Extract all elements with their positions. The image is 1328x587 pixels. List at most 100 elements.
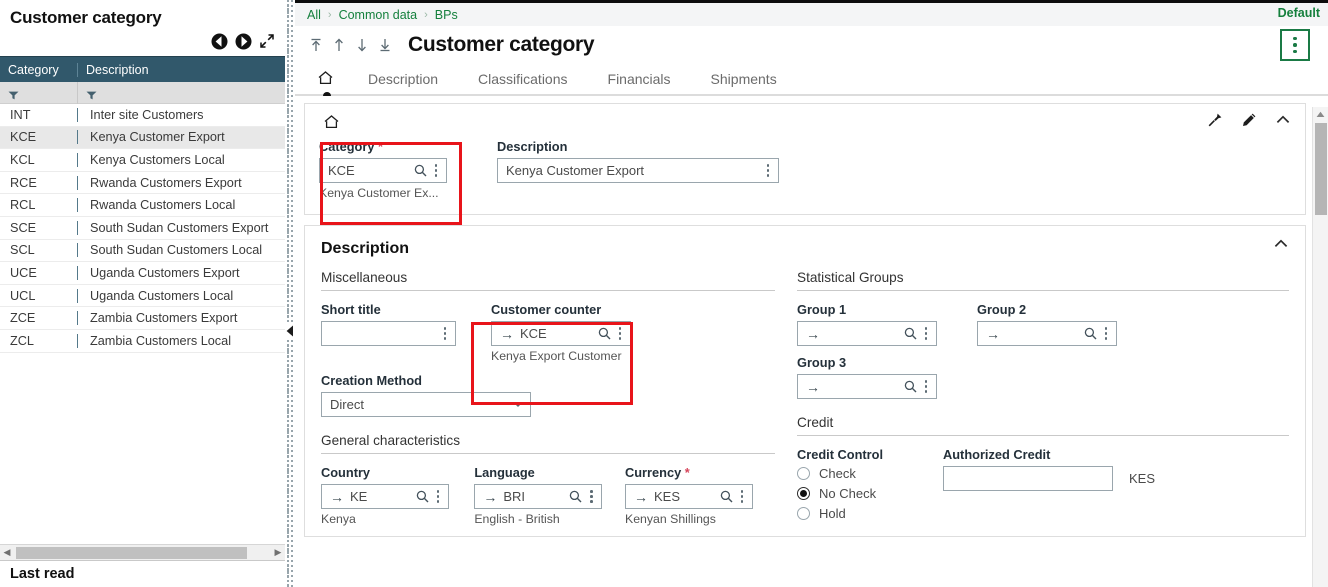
arrow-right-icon[interactable]: → <box>806 380 822 394</box>
kebab-menu-icon[interactable] <box>737 489 747 503</box>
left-panel-toolbar <box>0 28 285 56</box>
scroll-up-arrow-icon[interactable] <box>1313 107 1328 121</box>
search-icon[interactable] <box>720 490 733 503</box>
language-input[interactable]: → BRI <box>474 484 603 509</box>
nav-first-icon[interactable] <box>309 37 323 53</box>
tab-classifications[interactable]: Classifications <box>458 63 587 95</box>
kebab-menu-icon[interactable] <box>921 326 931 340</box>
panel-resize-divider[interactable] <box>285 0 295 587</box>
table-row[interactable]: RCE Rwanda Customers Export <box>0 172 285 195</box>
filter-cell-category[interactable] <box>0 88 77 100</box>
radio-button[interactable] <box>797 487 810 500</box>
arrow-right-icon[interactable]: → <box>330 490 346 504</box>
category-input[interactable]: KCE <box>319 158 447 183</box>
scroll-left-arrow-icon[interactable]: ◀ <box>0 548 14 557</box>
circle-right-icon[interactable] <box>235 33 252 50</box>
collapse-panel-left-icon[interactable] <box>285 322 295 340</box>
group-3-input[interactable]: → <box>797 374 937 399</box>
authorized-credit-input[interactable] <box>943 466 1113 491</box>
country-input[interactable]: → KE <box>321 484 449 509</box>
nav-prev-icon[interactable] <box>332 37 346 53</box>
circle-left-icon[interactable] <box>211 33 228 50</box>
radio-label: Hold <box>819 506 846 521</box>
column-header-description[interactable]: Description <box>77 62 285 77</box>
search-icon[interactable] <box>414 164 427 177</box>
arrow-right-icon[interactable]: → <box>483 490 499 504</box>
page-title: Customer category <box>408 33 595 56</box>
hscroll-thumb[interactable] <box>16 546 248 559</box>
chevron-up-icon[interactable] <box>1273 238 1289 253</box>
default-view-label[interactable]: Default <box>1278 6 1320 20</box>
kebab-menu-icon[interactable] <box>615 326 625 340</box>
radio-option-check[interactable]: Check <box>797 466 943 481</box>
kebab-menu-icon[interactable] <box>763 163 773 177</box>
short-title-input[interactable] <box>321 321 456 346</box>
table-row[interactable]: SCL South Sudan Customers Local <box>0 240 285 263</box>
pin-icon[interactable] <box>1207 112 1223 131</box>
table-row[interactable]: INT Inter site Customers <box>0 104 285 127</box>
arrow-right-icon[interactable]: → <box>986 327 1002 341</box>
hscroll-track[interactable] <box>14 546 271 559</box>
expand-diagonal-icon[interactable] <box>259 33 275 49</box>
horizontal-scrollbar[interactable]: ◀ ▶ <box>0 544 285 560</box>
search-icon[interactable] <box>598 327 611 340</box>
breadcrumb-item-common-data[interactable]: Common data <box>339 8 418 22</box>
nav-next-icon[interactable] <box>355 37 369 53</box>
field-label-country: Country <box>321 465 371 480</box>
breadcrumb-item-all[interactable]: All <box>307 8 321 22</box>
customer-counter-input[interactable]: → KCE <box>491 321 631 346</box>
search-icon[interactable] <box>904 380 917 393</box>
credit-control-radios: Check No Check Hold <box>797 466 943 521</box>
table-row[interactable]: KCE Kenya Customer Export <box>0 126 285 150</box>
arrow-right-icon[interactable]: → <box>634 490 650 504</box>
creation-method-select[interactable]: Direct <box>321 392 531 417</box>
table-row[interactable]: SCE South Sudan Customers Export <box>0 217 285 240</box>
kebab-menu-icon[interactable] <box>1101 326 1111 340</box>
tab-financials[interactable]: Financials <box>588 63 691 95</box>
arrow-right-icon[interactable]: → <box>500 327 516 341</box>
kebab-menu-icon[interactable] <box>586 489 596 503</box>
table-row[interactable]: UCE Uganda Customers Export <box>0 262 285 285</box>
group-1-input[interactable]: → <box>797 321 937 346</box>
kebab-menu-icon[interactable] <box>433 489 443 503</box>
search-icon[interactable] <box>1084 327 1097 340</box>
radio-option-hold[interactable]: Hold <box>797 506 943 521</box>
column-header-category[interactable]: Category <box>0 63 77 77</box>
table-row[interactable]: UCL Uganda Customers Local <box>0 285 285 308</box>
breadcrumb-item-bps[interactable]: BPs <box>435 8 458 22</box>
field-creation-method: Creation Method Direct <box>321 373 775 417</box>
table-row[interactable]: ZCE Zambia Customers Export <box>0 307 285 330</box>
radio-option-no-check[interactable]: No Check <box>797 486 943 501</box>
table-row[interactable]: ZCL Zambia Customers Local <box>0 330 285 353</box>
radio-button[interactable] <box>797 507 810 520</box>
radio-button[interactable] <box>797 467 810 480</box>
tab-shipments[interactable]: Shipments <box>691 63 797 95</box>
last-read-footer[interactable]: Last read <box>0 560 285 587</box>
page-actions-menu-button[interactable] <box>1280 29 1310 61</box>
vscroll-thumb[interactable] <box>1315 123 1327 215</box>
currency-help-text: Kenyan Shillings <box>625 512 716 526</box>
table-row[interactable]: RCL Rwanda Customers Local <box>0 194 285 217</box>
filter-cell-description[interactable] <box>77 81 285 104</box>
nav-last-icon[interactable] <box>378 37 392 53</box>
currency-input[interactable]: → KES <box>625 484 753 509</box>
chevron-up-icon[interactable] <box>1275 114 1291 129</box>
arrow-right-icon[interactable]: → <box>806 327 822 341</box>
category-help-text: Kenya Customer Ex... <box>319 186 439 200</box>
scroll-right-arrow-icon[interactable]: ▶ <box>271 548 285 557</box>
tab-home[interactable] <box>317 63 348 100</box>
table-row[interactable]: KCL Kenya Customers Local <box>0 149 285 172</box>
description-input[interactable]: Kenya Customer Export <box>497 158 779 183</box>
chevron-down-icon[interactable] <box>513 402 523 407</box>
kebab-menu-icon[interactable] <box>440 326 450 340</box>
vertical-scrollbar[interactable] <box>1312 107 1328 587</box>
kebab-menu-icon[interactable] <box>431 163 441 177</box>
pencil-icon[interactable] <box>1241 112 1257 131</box>
search-icon[interactable] <box>416 490 429 503</box>
kebab-menu-icon[interactable] <box>921 379 931 393</box>
tab-description[interactable]: Description <box>348 63 458 95</box>
group-2-input[interactable]: → <box>977 321 1117 346</box>
field-currency: Currency * → KES Kenyan Shillings <box>625 465 753 526</box>
search-icon[interactable] <box>569 490 582 503</box>
search-icon[interactable] <box>904 327 917 340</box>
